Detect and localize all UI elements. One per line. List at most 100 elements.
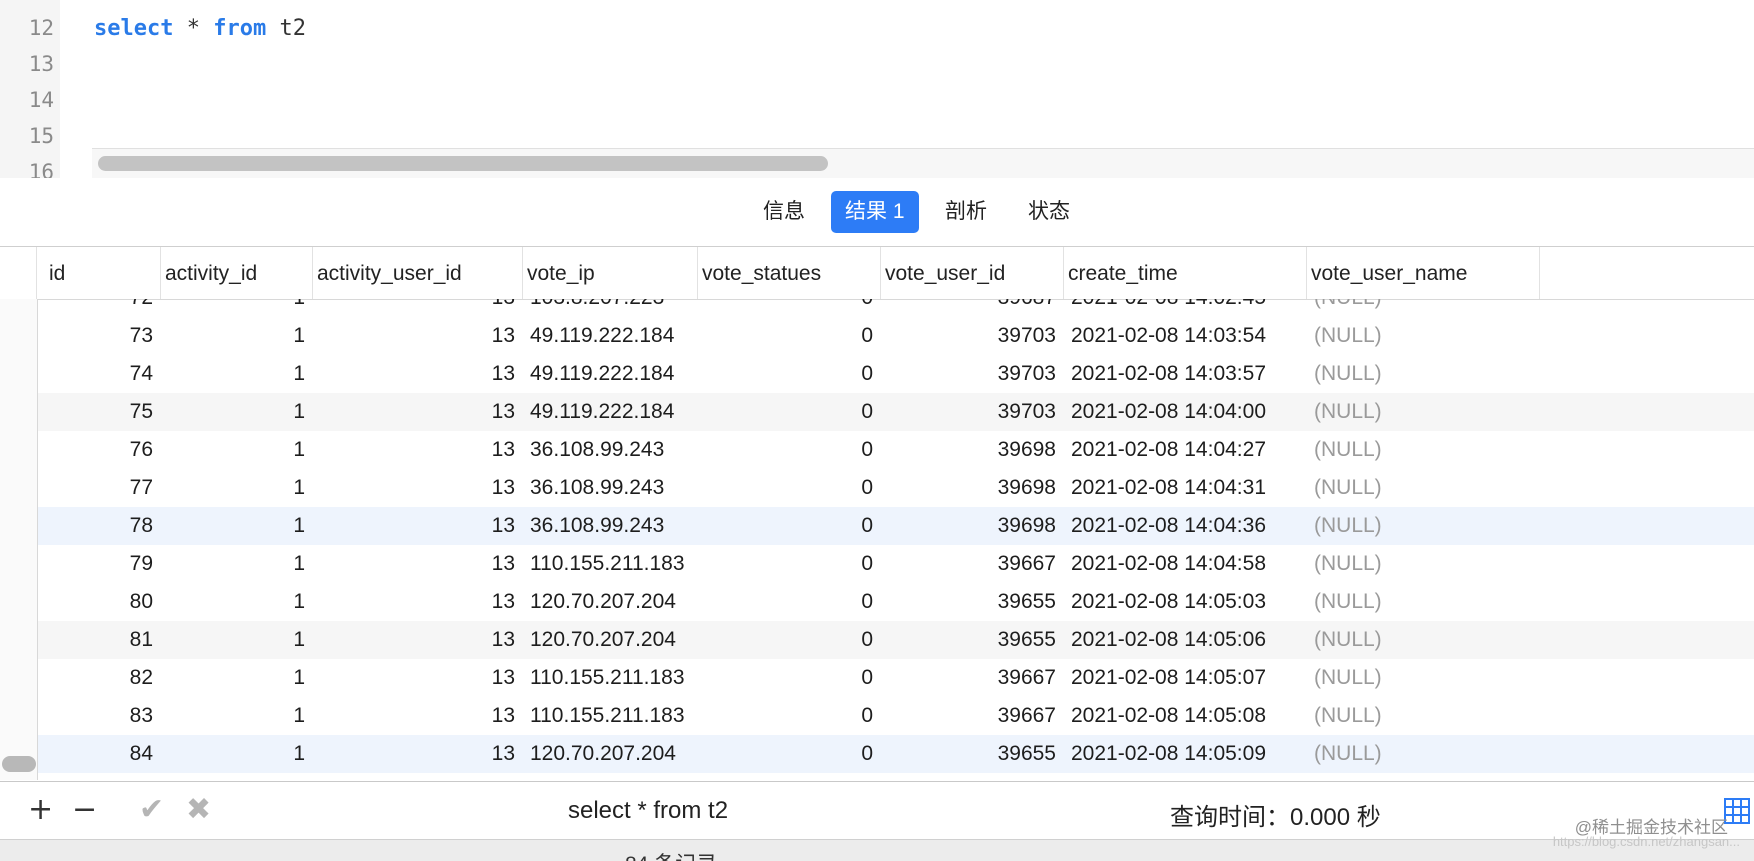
cell-vote-ip[interactable]: 110.155.211.183 xyxy=(523,545,698,583)
cell-vote-user-name[interactable]: (NULL) xyxy=(1307,697,1540,735)
cell-activity-user-id[interactable]: 13 xyxy=(313,583,523,621)
cell-vote-user-id[interactable]: 39655 xyxy=(881,621,1064,659)
table-row[interactable]: 82 1 13 110.155.211.183 0 39667 2021-02-08 14:… xyxy=(0,659,1754,697)
cell-create-time[interactable]: 2021-02-08 14:05:06 xyxy=(1064,621,1307,659)
cell-vote-user-name[interactable]: (NULL) xyxy=(1307,507,1540,545)
column-header-activity-user-id[interactable]: activity_user_id xyxy=(313,247,523,299)
cell-activity-id[interactable]: 1 xyxy=(161,545,313,583)
cell-vote-statues[interactable]: 0 xyxy=(698,469,881,507)
cell-activity-id[interactable]: 1 xyxy=(161,431,313,469)
table-row[interactable]: 79 1 13 110.155.211.183 0 39667 2021-02-08 14:… xyxy=(0,545,1754,583)
cell-id[interactable]: 79 xyxy=(45,545,161,583)
cell-vote-statues[interactable]: 0 xyxy=(698,317,881,355)
cell-activity-id[interactable]: 1 xyxy=(161,621,313,659)
cell-vote-ip[interactable]: 49.119.222.184 xyxy=(523,393,698,431)
cell-vote-statues[interactable]: 0 xyxy=(698,697,881,735)
cell-create-time[interactable]: 2021-02-08 14:03:54 xyxy=(1064,317,1307,355)
cell-vote-statues[interactable]: 0 xyxy=(698,355,881,393)
cell-vote-user-id[interactable]: 39698 xyxy=(881,469,1064,507)
cell-vote-ip[interactable]: 36.108.99.243 xyxy=(523,507,698,545)
cell-id[interactable]: 77 xyxy=(45,469,161,507)
tab-profile[interactable]: 剖析 xyxy=(931,191,1001,233)
cell-vote-user-name[interactable]: (NULL) xyxy=(1307,393,1540,431)
table-row[interactable]: 72113103.8.207.2230396872021-02-08 14:02… xyxy=(0,299,1754,317)
column-header-activity-id[interactable]: activity_id xyxy=(161,247,313,299)
row-selector-gutter[interactable] xyxy=(0,299,38,780)
cell-create-time[interactable]: 2021-02-08 14:05:08 xyxy=(1064,697,1307,735)
cell-id[interactable]: 78 xyxy=(45,507,161,545)
cell-vote-statues[interactable]: 0 xyxy=(698,299,881,317)
cell-id[interactable]: 81 xyxy=(45,621,161,659)
cell-activity-id[interactable]: 1 xyxy=(161,735,313,773)
cell-create-time[interactable]: 2021-02-08 14:04:00 xyxy=(1064,393,1307,431)
cell-activity-user-id[interactable]: 13 xyxy=(313,317,523,355)
cell-vote-ip[interactable]: 36.108.99.243 xyxy=(523,431,698,469)
cell-vote-ip[interactable]: 120.70.207.204 xyxy=(523,735,698,773)
cell-activity-user-id[interactable]: 13 xyxy=(313,545,523,583)
table-row[interactable]: 76 1 13 36.108.99.243 0 39698 2021-02-08 14:04… xyxy=(0,431,1754,469)
tab-info[interactable]: 信息 xyxy=(749,191,819,233)
cell-create-time[interactable]: 2021-02-08 14:03:57 xyxy=(1064,355,1307,393)
cell-vote-statues[interactable]: 0 xyxy=(698,431,881,469)
cell-activity-user-id[interactable]: 13 xyxy=(313,431,523,469)
sql-query-text[interactable]: select * from t2 xyxy=(94,16,306,41)
grid-body[interactable]: 84 1 13 120.70.207.204 0 39655 2021-02-08 14:0… xyxy=(0,299,1754,780)
cell-vote-user-name[interactable]: (NULL) xyxy=(1307,355,1540,393)
column-header-vote-user-id[interactable]: vote_user_id xyxy=(881,247,1064,299)
plus-icon[interactable]: + xyxy=(28,792,53,828)
cell-activity-id[interactable]: 1 xyxy=(161,507,313,545)
cell-vote-user-id[interactable]: 39667 xyxy=(881,697,1064,735)
cell-vote-user-id[interactable]: 39703 xyxy=(881,355,1064,393)
column-header-vote-ip[interactable]: vote_ip xyxy=(523,247,698,299)
cell-create-time[interactable]: 2021-02-08 14:04:27 xyxy=(1064,431,1307,469)
column-header-vote-user-name[interactable]: vote_user_name xyxy=(1307,247,1540,299)
cell-vote-user-id[interactable]: 39667 xyxy=(881,545,1064,583)
cell-vote-ip[interactable]: 110.155.211.183 xyxy=(523,697,698,735)
cell-id[interactable]: 73 xyxy=(45,317,161,355)
cell-vote-user-name[interactable]: (NULL) xyxy=(1307,621,1540,659)
cross-icon[interactable]: ✖ xyxy=(186,792,211,828)
column-header-vote-statues[interactable]: vote_statues xyxy=(698,247,881,299)
cell-vote-user-name[interactable]: (NULL) xyxy=(1307,659,1540,697)
cell-create-time[interactable]: 2021-02-08 14:04:36 xyxy=(1064,507,1307,545)
scrollbar-thumb[interactable] xyxy=(2,756,36,772)
result-grid[interactable]: id activity_id activity_user_id vote_ip … xyxy=(0,247,1754,780)
cell-id[interactable]: 83 xyxy=(45,697,161,735)
cell-vote-statues[interactable]: 0 xyxy=(698,659,881,697)
cell-vote-user-id[interactable]: 39698 xyxy=(881,431,1064,469)
cell-activity-id[interactable]: 1 xyxy=(161,659,313,697)
minus-icon[interactable]: − xyxy=(72,792,97,828)
cell-create-time[interactable]: 2021-02-08 14:05:03 xyxy=(1064,583,1307,621)
cell-activity-id[interactable]: 1 xyxy=(161,583,313,621)
cell-activity-user-id[interactable]: 13 xyxy=(313,697,523,735)
table-row[interactable]: 75 1 13 49.119.222.184 0 39703 2021-02-08 14:0… xyxy=(0,393,1754,431)
cell-vote-statues[interactable]: 0 xyxy=(698,507,881,545)
cell-vote-ip[interactable]: 120.70.207.204 xyxy=(523,583,698,621)
scrollbar-thumb[interactable] xyxy=(98,156,828,171)
cell-create-time[interactable]: 2021-02-08 14:05:09 xyxy=(1064,735,1307,773)
cell-id[interactable]: 72 xyxy=(45,299,161,317)
cell-vote-ip[interactable]: 103.8.207.223 xyxy=(523,299,698,317)
cell-activity-id[interactable]: 1 xyxy=(161,469,313,507)
cell-id[interactable]: 84 xyxy=(45,735,161,773)
cell-vote-statues[interactable]: 0 xyxy=(698,545,881,583)
column-header-id[interactable]: id xyxy=(45,247,161,299)
cell-activity-user-id[interactable]: 13 xyxy=(313,735,523,773)
cell-activity-id[interactable]: 1 xyxy=(161,697,313,735)
tab-status[interactable]: 状态 xyxy=(1014,191,1084,233)
cell-activity-user-id[interactable]: 13 xyxy=(313,355,523,393)
cell-vote-ip[interactable]: 49.119.222.184 xyxy=(523,317,698,355)
cell-vote-user-id[interactable]: 39655 xyxy=(881,583,1064,621)
table-row[interactable]: 73 1 13 49.119.222.184 0 39703 2021-02-08 14:0… xyxy=(0,317,1754,355)
cell-id[interactable]: 74 xyxy=(45,355,161,393)
cell-activity-user-id[interactable]: 13 xyxy=(313,469,523,507)
cell-id[interactable]: 82 xyxy=(45,659,161,697)
cell-vote-user-name[interactable]: (NULL) xyxy=(1307,735,1540,773)
cell-id[interactable]: 76 xyxy=(45,431,161,469)
check-icon[interactable]: ✔ xyxy=(139,792,164,828)
editor-horizontal-scrollbar[interactable] xyxy=(92,148,1754,178)
table-row[interactable]: 84 1 13 120.70.207.204 0 39655 2021-02-08 14:0… xyxy=(0,735,1754,773)
table-row[interactable]: 77 1 13 36.108.99.243 0 39698 2021-02-08 14:04… xyxy=(0,469,1754,507)
cell-vote-user-id[interactable]: 39703 xyxy=(881,317,1064,355)
cell-vote-user-name[interactable]: (NULL) xyxy=(1307,299,1540,317)
